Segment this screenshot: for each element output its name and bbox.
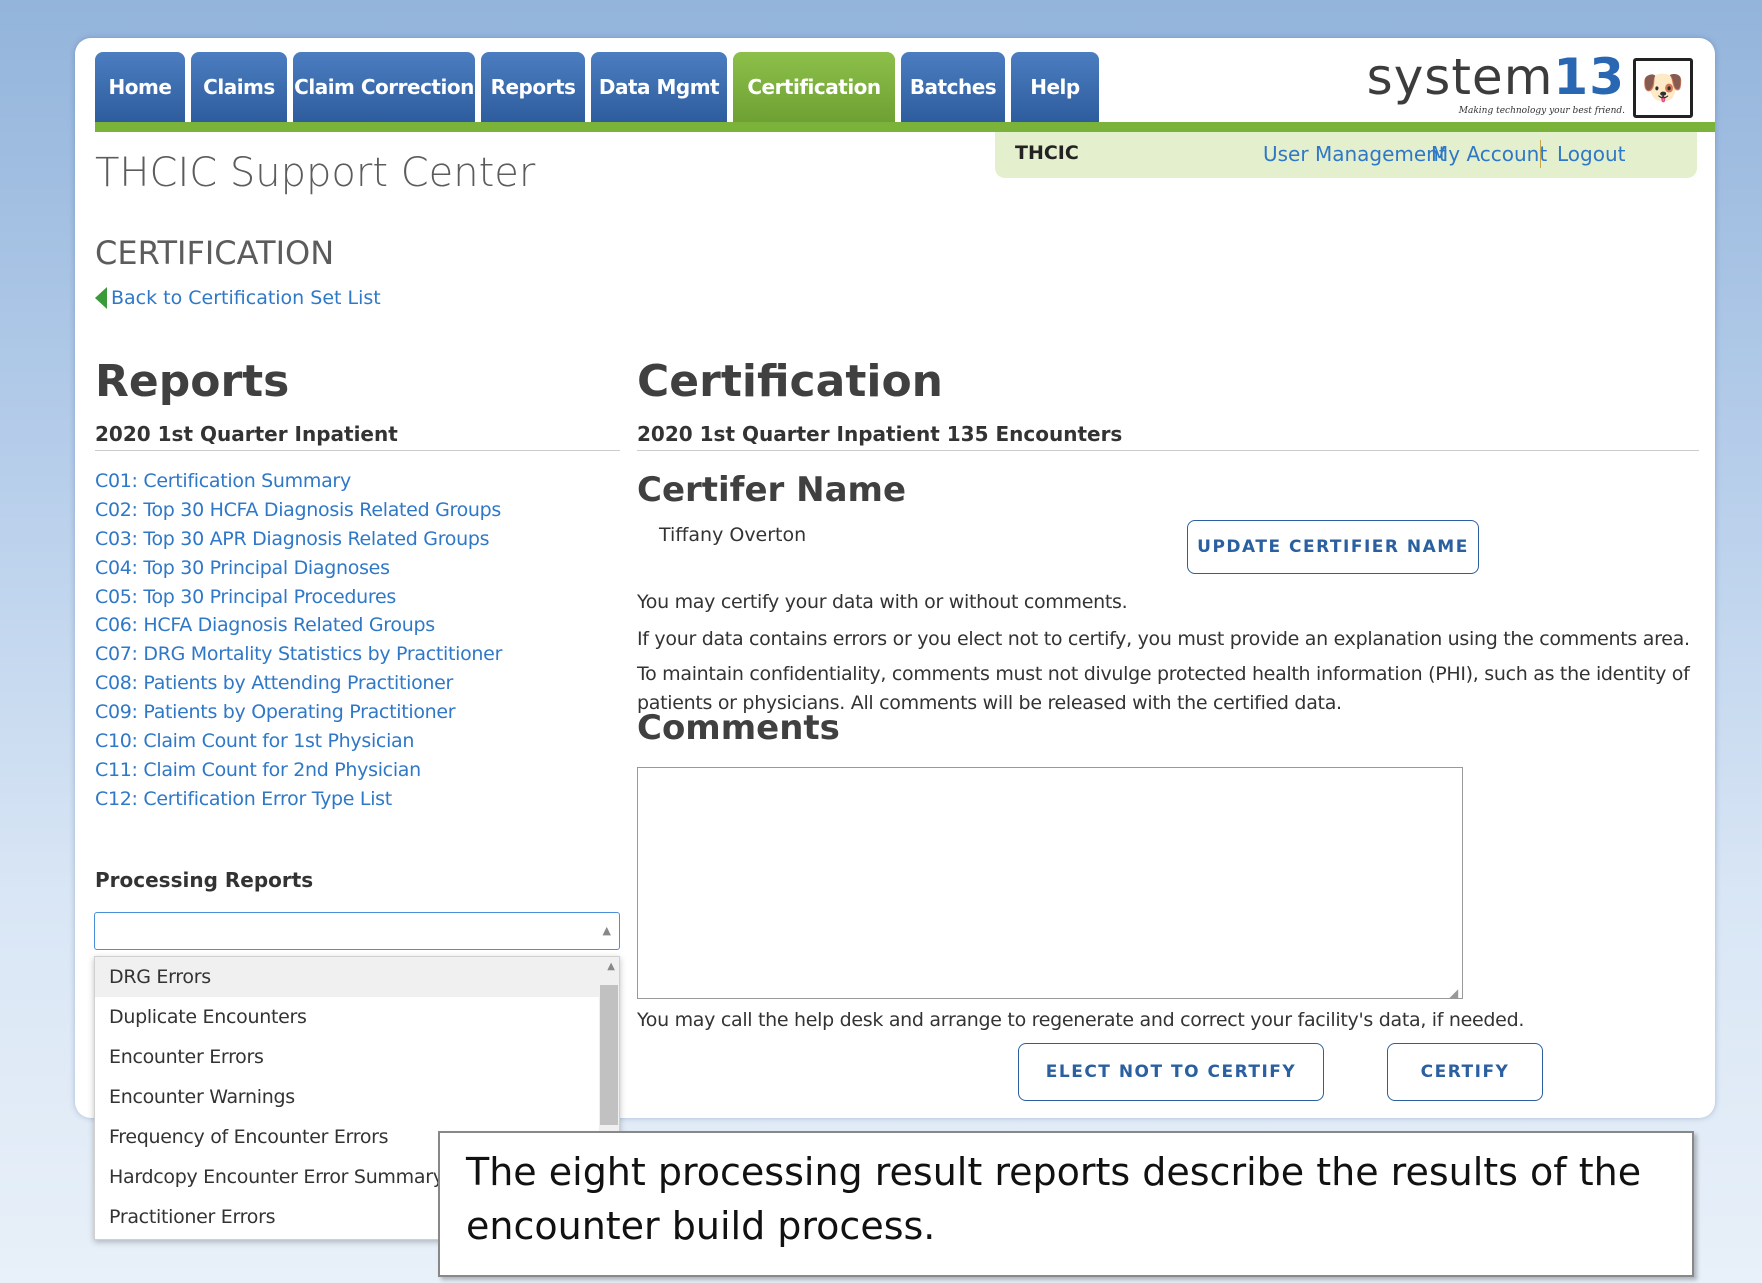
certify-button[interactable]: CERTIFY [1387,1043,1543,1101]
back-link-label[interactable]: Back to Certification Set List [111,287,381,309]
tab-certification[interactable]: Certification [733,52,895,122]
user-management-link[interactable]: User Management [1263,142,1447,166]
dog-logo-icon: 🐶 [1633,58,1693,118]
processing-reports-select[interactable]: ▲ [94,912,620,950]
errors-info-text: If your data contains errors or you elec… [637,628,1690,650]
back-link[interactable]: Back to Certification Set List [95,287,381,309]
report-link-c12[interactable]: C12: Certification Error Type List [95,785,502,814]
site-title: THCIC Support Center [95,150,536,196]
tab-home[interactable]: Home [95,52,185,122]
report-list: C01: Certification Summary C02: Top 30 H… [95,467,502,814]
tab-batches[interactable]: Batches [901,52,1005,122]
caret-up-icon: ▲ [602,924,611,937]
certifier-heading: Certifer Name [637,470,907,510]
system13-logo: system13 Making technology your best fri… [1367,48,1697,120]
divider [637,450,1699,451]
comments-textarea[interactable] [637,767,1463,999]
report-link-c02[interactable]: C02: Top 30 HCFA Diagnosis Related Group… [95,496,502,525]
divider [95,450,620,451]
callout-line-1: The eight processing result reports desc… [466,1150,1642,1194]
main-panel: Home Claims Claim Correction Reports Dat… [75,38,1715,1240]
page-title: CERTIFICATION [95,234,335,272]
back-arrow-icon [95,287,107,309]
report-link-c06[interactable]: C06: HCFA Diagnosis Related Groups [95,611,502,640]
tab-data-mgmt[interactable]: Data Mgmt [591,52,727,122]
dropdown-option-duplicate-encounters[interactable]: Duplicate Encounters [95,997,619,1037]
report-link-c04[interactable]: C04: Top 30 Principal Diagnoses [95,554,502,583]
report-link-c03[interactable]: C03: Top 30 APR Diagnosis Related Groups [95,525,502,554]
report-link-c09[interactable]: C09: Patients by Operating Practitioner [95,698,502,727]
dropdown-option-encounter-errors[interactable]: Encounter Errors [95,1037,619,1077]
report-link-c10[interactable]: C10: Claim Count for 1st Physician [95,727,502,756]
scroll-thumb[interactable] [600,985,618,1125]
tab-reports[interactable]: Reports [481,52,585,122]
userbar-divider [1540,140,1541,168]
report-link-c07[interactable]: C07: DRG Mortality Statistics by Practit… [95,640,502,669]
tab-help[interactable]: Help [1011,52,1099,122]
certify-info-text: You may certify your data with or withou… [637,591,1128,613]
report-link-c11[interactable]: C11: Claim Count for 2nd Physician [95,756,502,785]
elect-not-to-certify-button[interactable]: ELECT NOT TO CERTIFY [1018,1043,1324,1101]
report-link-c05[interactable]: C05: Top 30 Principal Procedures [95,583,502,612]
certification-subtitle: 2020 1st Quarter Inpatient 135 Encounter… [637,422,1123,446]
report-link-c08[interactable]: C08: Patients by Attending Practitioner [95,669,502,698]
dropdown-option-encounter-warnings[interactable]: Encounter Warnings [95,1077,619,1117]
logout-link[interactable]: Logout [1557,142,1625,166]
comments-heading: Comments [637,708,840,748]
annotation-callout: The eight processing result reports desc… [438,1131,1694,1277]
my-account-link[interactable]: My Account [1431,142,1547,166]
scroll-up-icon[interactable]: ▲ [607,961,615,972]
nav-underline [95,122,1715,132]
update-certifier-name-button[interactable]: UPDATE CERTIFIER NAME [1187,520,1479,574]
tab-claims[interactable]: Claims [191,52,287,122]
dropdown-option-drg-errors[interactable]: DRG Errors [95,957,619,997]
confidentiality-text-1: To maintain confidentiality, comments mu… [637,663,1690,685]
reports-heading: Reports [95,356,290,407]
reports-subtitle: 2020 1st Quarter Inpatient [95,422,398,446]
report-link-c01[interactable]: C01: Certification Summary [95,467,502,496]
org-name: THCIC [1015,142,1079,164]
user-bar: THCIC User Management My Account Logout [995,132,1697,178]
callout-line-2: encounter build process. [466,1204,936,1248]
resize-grip-icon[interactable]: ◢ [1449,986,1458,1000]
processing-reports-heading: Processing Reports [95,868,314,892]
certification-heading: Certification [637,356,944,407]
tab-claim-correction[interactable]: Claim Correction [293,52,475,122]
certifier-name: Tiffany Overton [659,524,807,546]
help-desk-text: You may call the help desk and arrange t… [637,1009,1525,1031]
